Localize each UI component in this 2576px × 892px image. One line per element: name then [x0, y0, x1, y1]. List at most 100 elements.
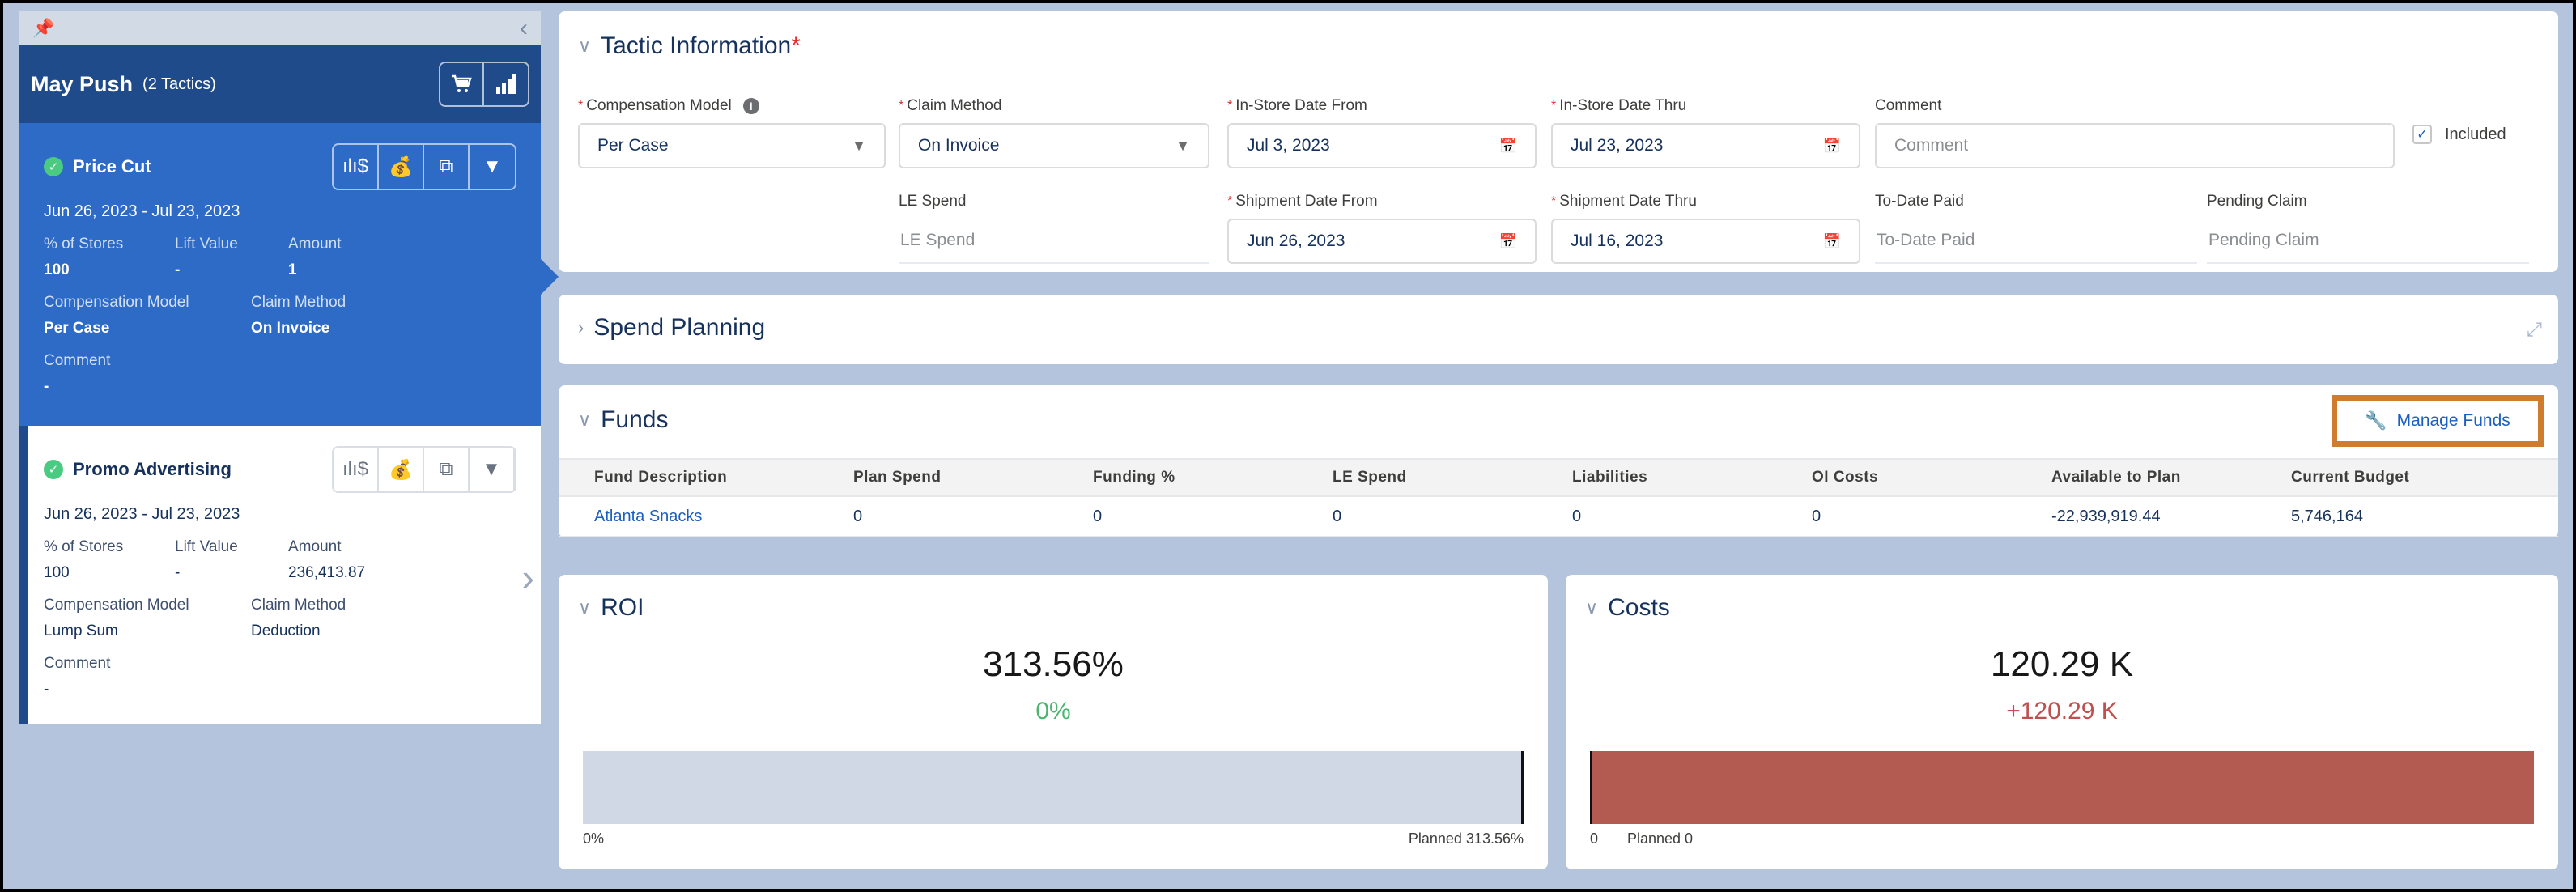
manage-funds-button[interactable]: 🔧 Manage Funds	[2365, 410, 2510, 431]
field-label: Pending Claim	[2207, 193, 2307, 210]
field-value: 100	[44, 261, 70, 278]
tactic-card-promo-advertising[interactable]: ✓ Promo Advertising ılı$ 💰 ⧉ ▼ Jun 26, 2…	[19, 426, 541, 724]
section-header[interactable]: ∨ Funds	[578, 406, 669, 434]
section-header[interactable]: ∨ Costs	[1585, 594, 1670, 622]
money-bag-button[interactable]: 💰	[379, 448, 424, 491]
check-circle-icon: ✓	[44, 157, 63, 176]
section-header[interactable]: ∨ Tactic Information *	[578, 32, 801, 60]
sidebar-pin-bar: 📌 ‹	[19, 11, 541, 45]
chevron-right-icon[interactable]: ›	[522, 555, 534, 599]
roi-planned-marker	[1521, 751, 1524, 824]
to-date-paid-input[interactable]: To-Date Paid	[1875, 219, 2197, 264]
copy-add-button[interactable]: ⧉	[424, 448, 470, 491]
included-checkbox-group: ✓ Included	[2412, 125, 2506, 144]
manage-funds-highlight: 🔧 Manage Funds	[2332, 395, 2544, 447]
roi-panel: ∨ ROI 313.56% 0% 0% Planned 313.56%	[559, 575, 1548, 869]
roi-bar-fill	[583, 751, 1524, 824]
costs-delta: +120.29 K	[2006, 698, 2118, 724]
placeholder: To-Date Paid	[1877, 231, 1975, 249]
claim-method-select[interactable]: On Invoice ▼	[899, 123, 1209, 168]
field-label: Comment	[1875, 97, 1942, 114]
info-icon[interactable]: i	[742, 98, 759, 114]
included-checkbox[interactable]: ✓	[2412, 125, 2432, 144]
tactic-name: Promo Advertising	[73, 459, 232, 479]
instore-date-from-field: * In-Store Date From Jul 3, 2023 📅	[1227, 96, 1537, 168]
calendar-icon[interactable]: 📅	[1823, 233, 1841, 250]
compensation-model-select[interactable]: Per Case ▼	[578, 123, 886, 168]
tactic-count: (2 Tactics)	[142, 74, 216, 93]
cart-button[interactable]	[440, 63, 484, 105]
tactic-actions: ılı$ 💰 ⧉ ▼	[332, 143, 516, 190]
comment-input[interactable]: Comment	[1875, 123, 2395, 168]
calendar-icon[interactable]: 📅	[1499, 233, 1517, 250]
column-header[interactable]: OI Costs	[1812, 469, 2051, 486]
section-title: Spend Planning	[593, 314, 766, 341]
date-value: Jul 16, 2023	[1571, 231, 1664, 250]
column-header[interactable]: Fund Description	[559, 469, 853, 486]
field-label: % of Stores	[44, 538, 124, 555]
dropdown-arrow-icon: ▼	[1175, 137, 1190, 154]
roi-value: 313.56%	[983, 644, 1124, 684]
field-label: Amount	[288, 236, 342, 253]
costs-planned-marker	[1590, 751, 1592, 824]
wrench-icon: 🔧	[2365, 410, 2387, 431]
dropdown-arrow-icon: ▼	[852, 137, 866, 154]
column-header[interactable]: Liabilities	[1572, 469, 1812, 486]
column-header[interactable]: Available to Plan	[2051, 469, 2291, 486]
tactic-information-panel: ∨ Tactic Information * * Compensation Mod…	[559, 11, 2558, 272]
select-value: On Invoice	[918, 136, 1000, 155]
dropdown-icon: ▼	[482, 458, 501, 480]
chart-dollar-button[interactable]: ılı$	[334, 145, 379, 189]
tactic-dates: Jun 26, 2023 - Jul 23, 2023	[44, 505, 240, 523]
tactic-sidebar: 📌 ‹ May Push (2 Tactics) ✓ Price Cut ılı	[19, 11, 559, 724]
chart-dollar-button[interactable]: ılı$	[334, 448, 379, 491]
cart-icon	[452, 74, 472, 92]
instore-date-thru-input[interactable]: Jul 23, 2023 📅	[1551, 123, 1860, 168]
column-header[interactable]: Current Budget	[2291, 469, 2534, 486]
field-value: -	[44, 378, 49, 395]
calendar-icon[interactable]: 📅	[1499, 138, 1517, 155]
field-value: 1	[288, 261, 297, 278]
copy-add-icon: ⧉	[439, 458, 453, 480]
tactic-card-price-cut[interactable]: ✓ Price Cut ılı$ 💰 ⧉ ▼ Jun 26, 2023 - Ju…	[19, 123, 541, 426]
fund-link[interactable]: Atlanta Snacks	[559, 508, 853, 526]
date-value: Jul 23, 2023	[1571, 136, 1664, 155]
expand-icon[interactable]: ⤢	[2527, 319, 2542, 342]
column-header[interactable]: Plan Spend	[853, 469, 1093, 486]
field-value: -	[175, 261, 181, 278]
tactic-menu-button[interactable]: ▼	[470, 448, 515, 491]
select-value: Per Case	[597, 136, 669, 155]
chevron-down-icon: ∨	[578, 410, 592, 430]
money-bag-button[interactable]: 💰	[379, 145, 424, 189]
pending-claim-input[interactable]: Pending Claim	[2207, 219, 2529, 264]
field-label: Lift Value	[175, 538, 238, 555]
instore-date-from-input[interactable]: Jul 3, 2023 📅	[1227, 123, 1537, 168]
promotion-header: May Push (2 Tactics)	[19, 45, 541, 123]
placeholder: Comment	[1894, 136, 1969, 155]
section-header[interactable]: › Spend Planning	[578, 314, 765, 342]
shipment-date-thru-input[interactable]: Jul 16, 2023 📅	[1551, 219, 1860, 264]
shipment-date-from-input[interactable]: Jun 26, 2023 📅	[1227, 219, 1537, 264]
roi-planned-label: Planned 313.56%	[1408, 830, 1524, 847]
date-value: Jul 3, 2023	[1247, 136, 1330, 155]
checkbox-label: Included	[2445, 125, 2506, 143]
le-spend-input[interactable]: LE Spend	[899, 219, 1209, 264]
money-bag-icon: 💰	[389, 458, 413, 481]
instore-date-thru-field: * In-Store Date Thru Jul 23, 2023 📅	[1551, 96, 1860, 168]
column-header[interactable]: Funding %	[1093, 469, 1333, 486]
comment-field: Comment Comment	[1875, 96, 2395, 168]
chevron-right-icon: ›	[578, 317, 584, 338]
field-label: Claim Method	[251, 294, 346, 311]
chart-dollar-icon: ılı$	[342, 155, 368, 177]
tactic-menu-button[interactable]: ▼	[470, 145, 515, 189]
calendar-icon[interactable]: 📅	[1823, 138, 1841, 155]
chevron-left-icon[interactable]: ‹	[520, 16, 528, 40]
table-cell: -22,939,919.44	[2051, 507, 2161, 525]
chart-button[interactable]	[484, 63, 528, 105]
pin-icon[interactable]: 📌	[32, 18, 54, 39]
copy-add-button[interactable]: ⧉	[424, 145, 470, 189]
column-header[interactable]: LE Spend	[1333, 469, 1572, 486]
field-label: Compensation Model	[44, 294, 189, 311]
section-header[interactable]: ∨ ROI	[578, 594, 644, 622]
selected-pointer	[541, 259, 559, 295]
